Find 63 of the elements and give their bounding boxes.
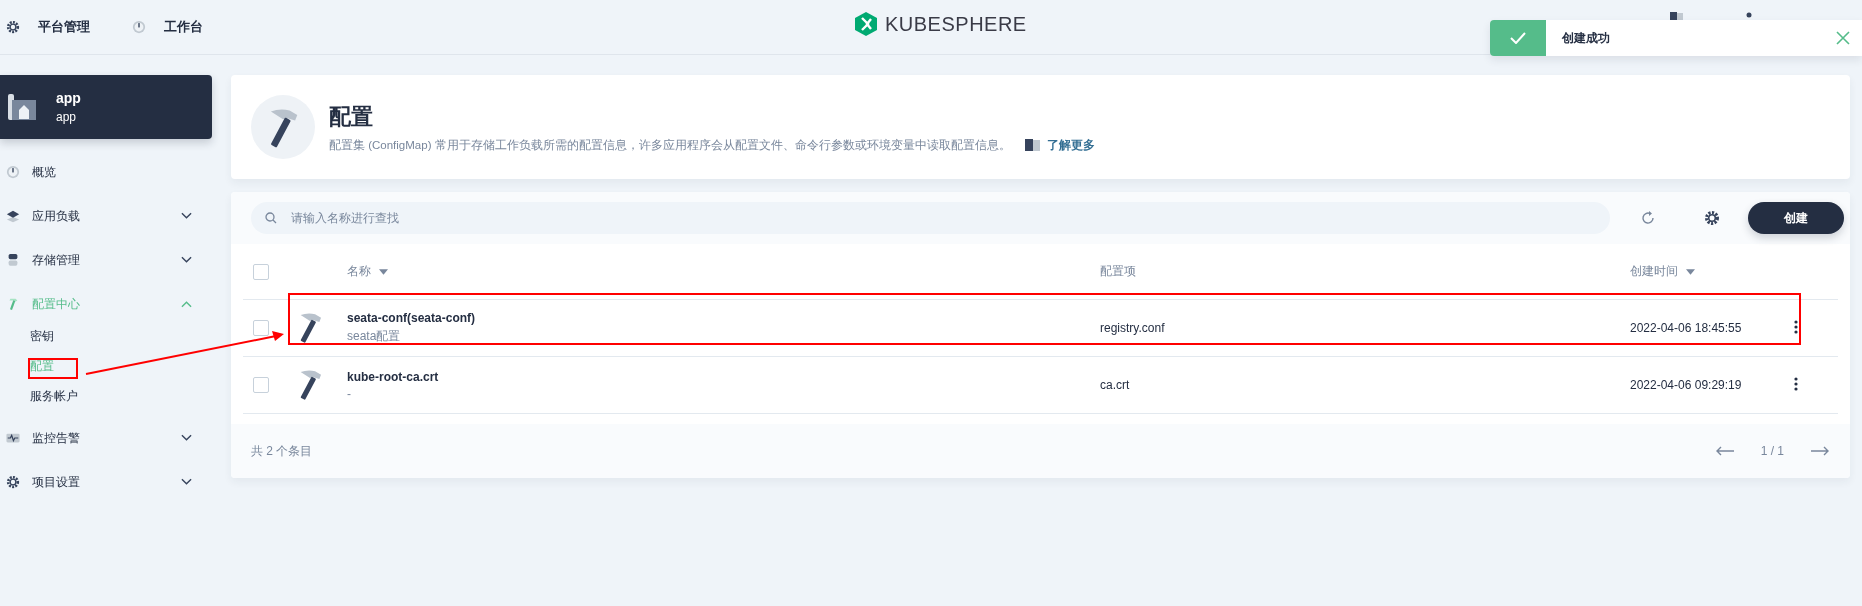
column-header[interactable]: 创建时间 [1630, 263, 1678, 280]
monitor-icon [6, 431, 20, 445]
refresh-icon[interactable] [1640, 210, 1656, 226]
sidebar-item[interactable]: 监控告警 [6, 427, 212, 449]
config-description: - [347, 386, 352, 401]
book-icon [1024, 139, 1041, 151]
config-description: seata配置 [347, 328, 402, 345]
close-icon[interactable] [1836, 31, 1850, 45]
nav-link[interactable]: 平台管理 [38, 18, 90, 36]
arrow-left-icon[interactable] [1714, 446, 1735, 456]
search-icon [265, 212, 277, 224]
project-subtitle: app [56, 110, 78, 124]
table-cell: 2022-04-06 18:45:55 [1630, 321, 1742, 335]
chevron-icon [181, 300, 192, 308]
learn-more-link[interactable]: 了解更多 [1024, 137, 1095, 153]
gear-icon [6, 20, 20, 34]
chevron-icon [181, 256, 192, 264]
settings-icon[interactable] [1704, 210, 1720, 226]
sidebar-item[interactable]: 应用负载 [6, 205, 212, 227]
total-count: 共 2 个条目 [251, 442, 313, 460]
sidebar-item[interactable]: 项目设置 [6, 471, 212, 493]
table-cell: 2022-04-06 09:29:19 [1630, 378, 1742, 392]
search-field[interactable]: 请输入名称进行查找 [251, 202, 1610, 234]
table-cell: ca.crt [1100, 378, 1130, 392]
toast-message: 创建成功 [1562, 29, 1611, 47]
sidebar-item[interactable]: 概览 [6, 161, 212, 183]
project-name: app [56, 90, 81, 106]
checkbox[interactable] [253, 263, 269, 280]
search-input[interactable]: 请输入名称进行查找 [289, 210, 1610, 226]
column-header[interactable]: 名称 [347, 263, 371, 280]
chevron-icon [181, 478, 192, 486]
nav-link[interactable]: 工作台 [164, 18, 203, 36]
project-card[interactable]: app app [0, 75, 212, 139]
chevron-icon [181, 434, 192, 442]
gauge-icon [132, 20, 146, 34]
sidebar-item[interactable]: 存储管理 [6, 249, 212, 271]
layers-icon [6, 209, 20, 223]
page-indicator: 1 / 1 [1760, 444, 1784, 458]
create-button[interactable]: 创建 [1748, 202, 1844, 234]
logo-icon [855, 12, 877, 36]
gauge-icon [6, 165, 20, 179]
project-icon [8, 92, 38, 122]
gear-icon [6, 475, 20, 489]
logo-text: KUBESPHERE [885, 12, 1027, 36]
sort-caret-icon[interactable] [1686, 268, 1695, 275]
database-icon [6, 253, 20, 267]
config-name[interactable]: kube-root-ca.crt [347, 369, 1100, 384]
more-icon[interactable] [1794, 319, 1798, 334]
page-title: 配置 [329, 102, 374, 131]
check-icon [1510, 32, 1526, 44]
checkbox[interactable] [253, 320, 269, 336]
column-header: 配置项 [1100, 263, 1136, 280]
page-description: 配置集 (ConfigMap) 常用于存储工作负载所需的配置信息，许多应用程序会从配置文件、命令行参数或环境变量中读取配置信息。 [329, 137, 1011, 153]
sidebar-subitem[interactable]: 密钥 [30, 328, 54, 345]
config-name[interactable]: seata-conf(seata-conf) [347, 311, 1100, 325]
chevron-icon [181, 212, 192, 220]
table-cell: registry.conf [1100, 321, 1165, 335]
annotation-box [28, 358, 78, 379]
checkbox[interactable] [253, 377, 269, 393]
more-icon[interactable] [1794, 376, 1798, 391]
sort-caret-icon[interactable] [379, 268, 388, 275]
sidebar-subitem[interactable]: 服务帐户 [30, 388, 78, 405]
arrow-right-icon[interactable] [1810, 446, 1830, 456]
